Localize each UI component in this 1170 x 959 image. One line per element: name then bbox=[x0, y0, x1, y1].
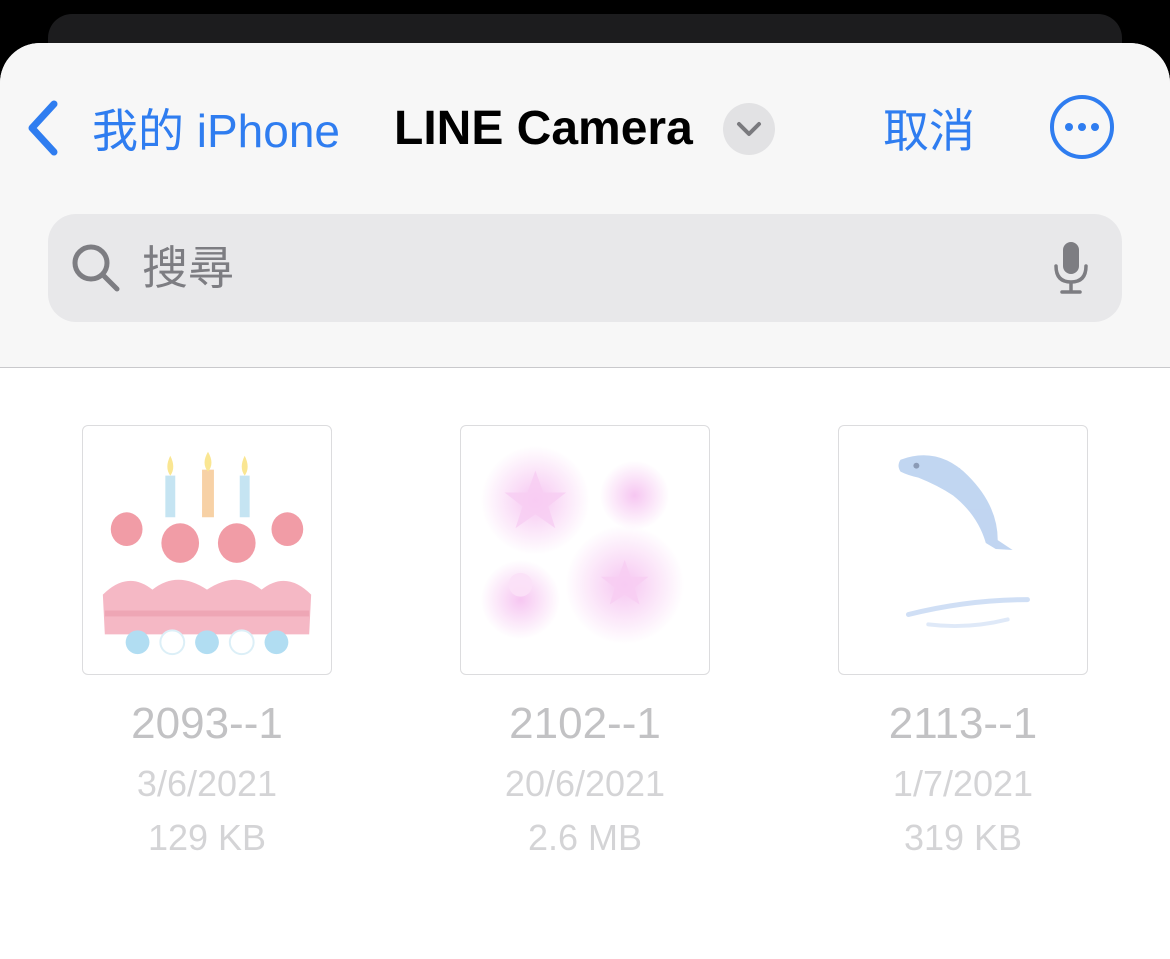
file-date: 3/6/2021 bbox=[136, 763, 278, 804]
file-browser-sheet: 我的 iPhone LINE Camera 取消 搜尋 2093--1 3/6/… bbox=[0, 43, 1170, 959]
dolphin-icon bbox=[898, 455, 1030, 629]
search-input[interactable] bbox=[142, 238, 1022, 298]
file-size: 319 KB bbox=[903, 817, 1023, 858]
file-date: 20/6/2021 bbox=[504, 763, 666, 804]
back-button[interactable]: 我的 iPhone bbox=[24, 93, 340, 163]
file-name: 2102--1 bbox=[509, 699, 661, 748]
file-date: 1/7/2021 bbox=[892, 763, 1034, 804]
sparkle-stars-icon bbox=[480, 445, 685, 645]
page-title: LINE Camera bbox=[394, 101, 693, 155]
file-name: 2093--1 bbox=[131, 699, 283, 748]
chevron-left-icon bbox=[24, 96, 68, 160]
birthday-cake-icon bbox=[102, 451, 312, 656]
file-thumbnail-stars bbox=[460, 425, 710, 675]
search-bar[interactable] bbox=[48, 214, 1122, 322]
search-icon bbox=[70, 242, 122, 294]
file-name: 2113--1 bbox=[888, 699, 1038, 748]
chevron-down-icon[interactable] bbox=[723, 103, 775, 155]
file-size: 2.6 MB bbox=[527, 817, 643, 858]
file-thumbnail-cake bbox=[82, 425, 332, 675]
folder-title[interactable]: LINE Camera bbox=[394, 93, 693, 163]
file-size: 129 KB bbox=[147, 817, 267, 858]
cancel-button[interactable]: 取消 bbox=[883, 93, 975, 163]
back-button-label: 我的 iPhone bbox=[92, 105, 341, 157]
file-thumbnail-dolphin bbox=[838, 425, 1088, 675]
microphone-icon[interactable] bbox=[1052, 240, 1090, 296]
ellipsis-circle-icon[interactable] bbox=[1049, 94, 1115, 160]
navigation-header: 我的 iPhone LINE Camera 取消 bbox=[0, 43, 1170, 368]
